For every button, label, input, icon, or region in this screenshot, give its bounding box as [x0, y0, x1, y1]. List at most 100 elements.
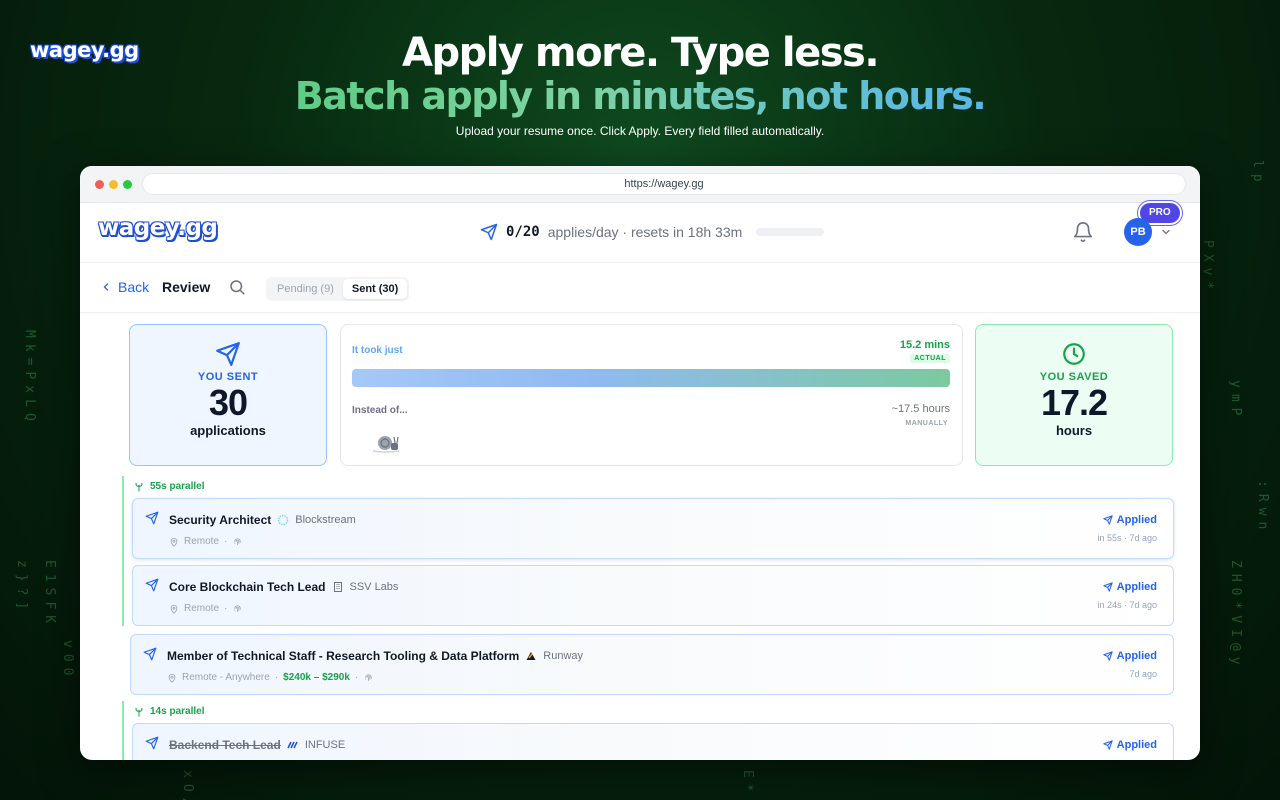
- chevron-left-icon: [103, 283, 109, 291]
- page-title: Review: [162, 279, 211, 295]
- company-name: Blockstream: [295, 514, 356, 526]
- location-pin-icon: [168, 673, 176, 683]
- company-logo-icon: [278, 514, 289, 526]
- saved-value: 17.2: [1040, 382, 1108, 423]
- job-salary: $240k – $290k: [283, 672, 350, 683]
- application-list: 55s parallel Security Architect Blockstr…: [122, 476, 1174, 760]
- send-icon: [480, 223, 498, 241]
- location-pin-icon: [170, 537, 178, 547]
- fork-icon: [135, 482, 143, 492]
- job-time: 7d ago: [1129, 669, 1157, 679]
- job-meta: Remote ·: [169, 536, 243, 547]
- quota-count: 0/20: [506, 224, 540, 240]
- job-location: Remote - Anywhere: [182, 672, 270, 683]
- send-icon: [1102, 651, 1113, 661]
- meta-separator: ·: [354, 672, 359, 683]
- search-icon[interactable]: [228, 278, 246, 296]
- send-icon: [145, 578, 159, 592]
- group-label-text: 14s parallel: [150, 706, 205, 717]
- send-icon: [1102, 515, 1113, 525]
- send-icon: [145, 736, 159, 750]
- clock-icon: [1063, 343, 1085, 365]
- job-meta: Remote - Anywhere · $240k – $290k ·: [167, 672, 374, 683]
- subnav: Back Review: [80, 263, 1200, 313]
- instead-value: ~17.5 hours: [891, 403, 950, 415]
- job-title-row: Backend Tech Lead INFUSE: [169, 738, 345, 752]
- app-logo[interactable]: wagey.gg: [98, 215, 218, 241]
- company-name: SSV Labs: [349, 581, 399, 593]
- quota-progress-bar: [756, 228, 825, 236]
- job-time: in 55s · 7d ago: [1097, 533, 1157, 543]
- tab-sent[interactable]: Sent (30): [342, 279, 408, 299]
- avatar[interactable]: PB: [1124, 218, 1152, 246]
- status-text: Applied: [1116, 739, 1157, 751]
- job-row[interactable]: Core Blockchain Tech Lead SSV Labs Remot…: [132, 565, 1174, 626]
- saved-stat-card: YOU SAVED 17.2 hours: [975, 324, 1173, 466]
- fingerprint-icon: [365, 674, 372, 682]
- minimize-window-button[interactable]: [109, 180, 118, 189]
- maximize-window-button[interactable]: [123, 180, 132, 189]
- job-title[interactable]: Core Blockchain Tech Lead: [169, 580, 326, 594]
- send-icon: [216, 342, 240, 366]
- snail-icon: [372, 436, 400, 453]
- group-label: 14s parallel: [134, 701, 1174, 723]
- status-text: Applied: [1116, 650, 1157, 662]
- meta-separator: ·: [224, 603, 228, 614]
- instead-label: Instead of...: [352, 405, 408, 416]
- job-title-row: Security Architect Blockstream: [169, 513, 356, 527]
- applied-status: Applied: [1102, 514, 1157, 526]
- infuse-logo-icon: [287, 741, 298, 749]
- tab-pending[interactable]: Pending (9): [268, 279, 343, 299]
- job-location: Remote: [184, 536, 220, 547]
- daily-quota: 0/20 applies/day · resets in 18h 33m: [480, 223, 825, 241]
- browser-window: https://wagey.gg wagey.gg 0/20 applies/d…: [80, 166, 1200, 760]
- job-time: in 24s · 7d ago: [1097, 600, 1157, 610]
- quota-text: applies/day · resets in 18h 33m: [547, 224, 743, 240]
- sent-value: 30: [208, 382, 248, 423]
- job-title-row: Member of Technical Staff - Research Too…: [167, 649, 583, 663]
- job-title[interactable]: Security Architect: [169, 513, 271, 527]
- runway-logo-icon: [526, 652, 536, 660]
- job-row[interactable]: Member of Technical Staff - Research Too…: [130, 634, 1174, 695]
- send-icon: [1102, 740, 1113, 750]
- company-name: INFUSE: [304, 739, 346, 751]
- app-header: wagey.gg 0/20 applies/day · resets in 18…: [80, 203, 1200, 263]
- took-label: It took just: [352, 345, 403, 356]
- saved-unit: hours: [1055, 423, 1093, 438]
- job-title[interactable]: Member of Technical Staff - Research Too…: [167, 649, 519, 663]
- job-row[interactable]: Security Architect Blockstream Remote · …: [132, 498, 1174, 559]
- group-label: 55s parallel: [134, 476, 1174, 498]
- applied-status: Applied: [1102, 650, 1157, 662]
- url-bar[interactable]: https://wagey.gg: [142, 173, 1186, 195]
- company-name: Runway: [543, 650, 584, 662]
- location-pin-icon: [170, 604, 178, 614]
- status-text: Applied: [1116, 581, 1157, 593]
- close-window-button[interactable]: [95, 180, 104, 189]
- browser-chrome: https://wagey.gg: [80, 166, 1200, 203]
- job-title-row: Core Blockchain Tech Lead SSV Labs: [169, 580, 398, 594]
- send-icon: [143, 647, 157, 661]
- applied-status: Applied: [1102, 581, 1157, 593]
- meta-separator: ·: [224, 536, 228, 547]
- status-text: Applied: [1116, 514, 1157, 526]
- group-label-text: 55s parallel: [150, 481, 205, 492]
- back-label: Back: [118, 279, 150, 295]
- hero-subtitle: Batch apply in minutes, not hours.: [0, 74, 1280, 118]
- parallel-group: 14s parallel Backend Tech Lead INFUSE Ap…: [122, 701, 1174, 760]
- job-title[interactable]: Backend Tech Lead: [169, 738, 281, 752]
- send-icon: [145, 511, 159, 525]
- chevron-down-icon[interactable]: [1160, 226, 1172, 238]
- hero-title: Apply more. Type less.: [401, 30, 880, 76]
- sent-stat-card: YOU SENT 30 applications: [129, 324, 327, 466]
- meta-separator: ·: [274, 672, 279, 683]
- review-tabs: Pending (9) Sent (30): [266, 277, 410, 301]
- send-icon: [1102, 582, 1113, 592]
- hero-tagline: Upload your resume once. Click Apply. Ev…: [455, 124, 825, 138]
- time-comparison-card: It took just 15.2 mins ACTUAL Instead of…: [340, 324, 963, 466]
- applied-status: Applied: [1102, 739, 1157, 751]
- back-button[interactable]: Back: [100, 279, 149, 295]
- job-row[interactable]: Backend Tech Lead INFUSE Applied: [132, 723, 1174, 760]
- stats-row: YOU SENT 30 applications It took just 15…: [129, 324, 1173, 466]
- building-icon: [333, 582, 342, 592]
- bell-icon[interactable]: [1072, 221, 1094, 243]
